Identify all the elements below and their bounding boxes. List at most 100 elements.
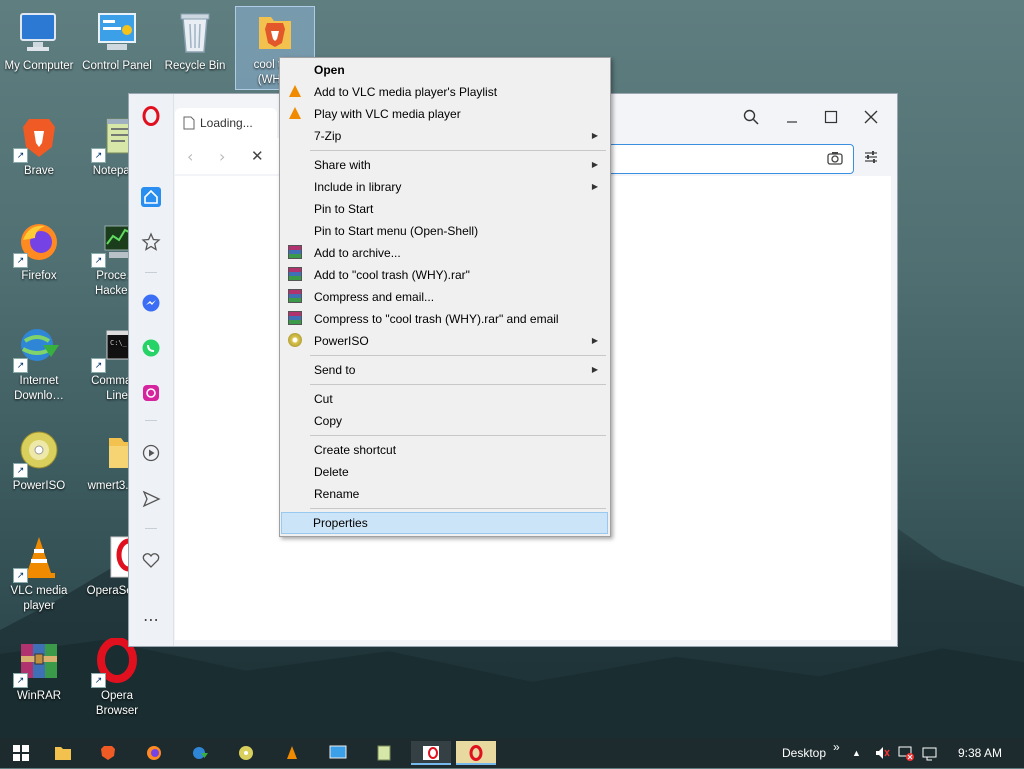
menu-item-add-to-vlc-playlist[interactable]: Add to VLC media player's Playlist xyxy=(282,81,608,103)
menu-item-include-in-library[interactable]: Include in library ▶ xyxy=(282,176,608,198)
menu-item-label: Delete xyxy=(314,465,349,479)
messenger-icon[interactable] xyxy=(141,293,161,313)
menu-item-delete[interactable]: Delete xyxy=(282,461,608,483)
shortcut-arrow-icon: ↗ xyxy=(91,358,106,373)
address-bar[interactable] xyxy=(605,144,854,174)
sidebar-divider xyxy=(145,420,157,421)
page-icon xyxy=(183,116,195,130)
desktop-icon-control-panel[interactable]: Control Panel xyxy=(78,8,156,74)
desktop-toolbar-label[interactable]: Desktop xyxy=(782,738,826,768)
menu-item-label: Share with xyxy=(314,158,371,172)
desktop-icon-poweriso[interactable]: ↗ PowerISO xyxy=(0,428,78,494)
stop-loading-icon[interactable]: ✕ xyxy=(251,147,264,165)
shortcut-arrow-icon: ↗ xyxy=(13,148,28,163)
forward-arrow-icon[interactable]: › xyxy=(219,147,225,166)
notepad-icon xyxy=(377,745,391,761)
menu-item-poweriso[interactable]: PowerISO ▶ xyxy=(282,330,608,352)
brave-icon: ↗ xyxy=(13,113,63,163)
action-center-icon[interactable] xyxy=(922,745,938,761)
taskbar-poweriso[interactable] xyxy=(229,741,263,765)
menu-separator xyxy=(310,508,606,509)
menu-item-compress-and-email[interactable]: Compress and email... xyxy=(282,286,608,308)
back-arrow-icon[interactable]: ‹ xyxy=(187,147,193,166)
toolbar-chevron-icon[interactable]: » xyxy=(833,732,840,762)
start-button[interactable] xyxy=(4,741,38,765)
home-icon[interactable] xyxy=(141,187,161,207)
desktop-icon-winrar[interactable]: ↗ WinRAR xyxy=(0,638,78,704)
volume-muted-icon[interactable] xyxy=(874,745,890,761)
desktop-icon-label: Control Panel xyxy=(82,60,152,72)
desktop-icon-brave[interactable]: ↗ Brave xyxy=(0,113,78,179)
desktop-icon-vlc[interactable]: ↗ VLC media player xyxy=(0,533,78,614)
show-hidden-icons-icon[interactable]: ▲ xyxy=(852,738,861,768)
svg-text:C:\_: C:\_ xyxy=(110,339,128,347)
bookmarks-icon[interactable] xyxy=(141,232,161,252)
browser-tab[interactable]: Loading... xyxy=(175,108,277,138)
desktop-icon-opera-browser[interactable]: ↗ Opera Browser xyxy=(78,637,156,719)
desktop-icon-recycle-bin[interactable]: Recycle Bin xyxy=(156,8,234,74)
menu-item-pin-to-start-openshell[interactable]: Pin to Start menu (Open-Shell) xyxy=(282,220,608,242)
menu-item-copy[interactable]: Copy xyxy=(282,410,608,432)
menu-item-rename[interactable]: Rename xyxy=(282,483,608,505)
taskbar-opera-browser[interactable] xyxy=(456,741,496,765)
taskbar-control-panel[interactable] xyxy=(321,741,355,765)
menu-item-properties[interactable]: Properties xyxy=(281,512,608,534)
menu-item-label: Add to archive... xyxy=(314,246,401,260)
desktop-icon-label: Internet Downlo… xyxy=(14,375,64,402)
menu-item-label: Add to "cool trash (WHY).rar" xyxy=(314,268,470,282)
menu-item-pin-to-start[interactable]: Pin to Start xyxy=(282,198,608,220)
easy-setup-icon[interactable] xyxy=(864,150,878,164)
menu-item-compress-to-rar-and-email[interactable]: Compress to "cool trash (WHY).rar" and e… xyxy=(282,308,608,330)
shortcut-arrow-icon: ↗ xyxy=(13,568,28,583)
menu-item-7zip[interactable]: 7-Zip ▶ xyxy=(282,125,608,147)
menu-item-create-shortcut[interactable]: Create shortcut xyxy=(282,439,608,461)
camera-icon[interactable] xyxy=(827,151,843,165)
opera-logo-icon[interactable] xyxy=(141,106,161,126)
heart-icon[interactable] xyxy=(141,550,161,570)
taskbar-notepad[interactable] xyxy=(367,741,401,765)
taskbar-brave[interactable] xyxy=(91,741,125,765)
menu-item-open[interactable]: Open xyxy=(282,59,608,81)
menu-item-play-with-vlc[interactable]: Play with VLC media player xyxy=(282,103,608,125)
folder-icon xyxy=(55,747,71,760)
opera-icon xyxy=(469,745,483,761)
system-clock[interactable]: 9:38 AM xyxy=(958,738,1002,768)
menu-item-label: Properties xyxy=(313,516,368,530)
taskbar-file-explorer[interactable] xyxy=(46,741,80,765)
firefox-icon xyxy=(147,746,161,760)
more-icon[interactable]: ⋯ xyxy=(141,610,161,630)
shortcut-arrow-icon: ↗ xyxy=(13,673,28,688)
minimize-icon[interactable] xyxy=(785,110,799,124)
taskbar-firefox[interactable] xyxy=(137,741,171,765)
shortcut-arrow-icon: ↗ xyxy=(13,253,28,268)
maximize-icon[interactable] xyxy=(824,110,838,124)
menu-item-label: 7-Zip xyxy=(314,129,342,143)
close-icon[interactable] xyxy=(864,110,878,124)
brave-icon xyxy=(101,746,115,760)
taskbar-opera-setup[interactable] xyxy=(411,741,451,765)
menu-item-add-to-rar[interactable]: Add to "cool trash (WHY).rar" xyxy=(282,264,608,286)
menu-item-send-to[interactable]: Send to ▶ xyxy=(282,359,608,381)
menu-item-cut[interactable]: Cut xyxy=(282,388,608,410)
menu-item-label: Cut xyxy=(314,392,333,406)
menu-item-share-with[interactable]: Share with ▶ xyxy=(282,154,608,176)
network-disconnected-icon[interactable] xyxy=(898,745,914,761)
taskbar-vlc[interactable] xyxy=(275,741,309,765)
taskbar-idm[interactable] xyxy=(183,741,217,765)
control-panel-icon xyxy=(93,8,141,56)
submenu-arrow-icon: ▶ xyxy=(591,336,598,345)
menu-item-add-to-archive[interactable]: Add to archive... xyxy=(282,242,608,264)
send-icon[interactable] xyxy=(141,489,161,509)
player-icon[interactable] xyxy=(141,443,161,463)
desktop-icon-my-computer[interactable]: My Computer xyxy=(0,8,78,74)
search-icon[interactable] xyxy=(743,109,759,125)
whatsapp-icon[interactable] xyxy=(141,338,161,358)
desktop-icon-firefox[interactable]: ↗ Firefox xyxy=(0,218,78,284)
desktop-icon-internet-download-manager[interactable]: ↗ Internet Downlo… xyxy=(0,323,78,404)
desktop-icon-label: VLC media player xyxy=(10,585,68,612)
desktop-icon-label: PowerISO xyxy=(12,480,66,492)
menu-item-label: Include in library xyxy=(314,180,402,194)
desktop-icon-label: Opera Browser xyxy=(95,690,139,717)
windows-logo-icon xyxy=(13,745,29,761)
instagram-icon[interactable] xyxy=(141,383,161,403)
